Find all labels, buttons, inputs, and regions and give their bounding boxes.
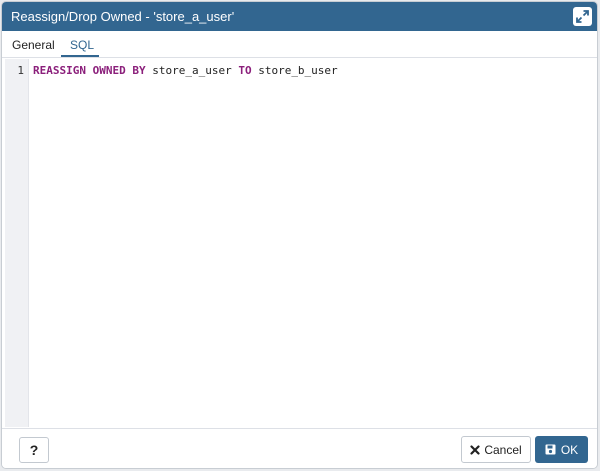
tab-sql[interactable]: SQL — [70, 38, 94, 52]
cancel-button-label: Cancel — [484, 442, 522, 457]
ok-button[interactable]: OK — [535, 436, 588, 463]
dialog-tabs: General SQL — [2, 31, 597, 58]
sql-keyword: TO — [238, 64, 252, 77]
tab-general[interactable]: General — [12, 38, 55, 52]
code-line: REASSIGN OWNED BY store_a_user TO store_… — [33, 64, 338, 77]
dialog-title: Reassign/Drop Owned - 'store_a_user' — [11, 9, 235, 24]
sql-text: store_b_user — [251, 64, 338, 77]
line-number-gutter: 1 — [5, 59, 29, 427]
dialog-footer: ? Cancel OK — [2, 428, 597, 468]
help-button[interactable]: ? — [19, 437, 49, 463]
save-icon — [545, 444, 556, 455]
reassign-drop-owned-dialog: Reassign/Drop Owned - 'store_a_user' Gen… — [1, 1, 598, 469]
sql-text: store_a_user — [145, 64, 239, 77]
sql-keyword: OWNED — [92, 64, 126, 77]
sql-keyword: REASSIGN — [33, 64, 86, 77]
sql-keyword: BY — [132, 64, 146, 77]
dialog-titlebar[interactable]: Reassign/Drop Owned - 'store_a_user' — [2, 2, 597, 31]
maximize-button[interactable] — [573, 7, 592, 26]
expand-icon — [576, 10, 589, 23]
sql-editor[interactable]: 1 REASSIGN OWNED BY store_a_user TO stor… — [5, 59, 595, 427]
line-number: 1 — [17, 64, 24, 77]
close-icon — [470, 444, 480, 455]
cancel-button[interactable]: Cancel — [461, 436, 531, 463]
active-tab-indicator — [61, 55, 99, 57]
ok-button-label: OK — [560, 442, 579, 457]
